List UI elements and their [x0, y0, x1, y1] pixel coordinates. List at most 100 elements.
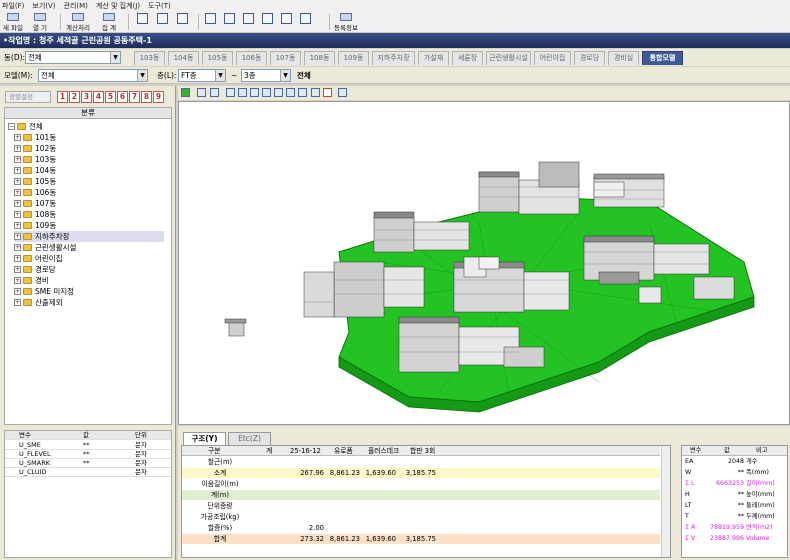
detail-row[interactable]: Σ A 78819.959 면적(m2): [682, 523, 787, 533]
new-file-button[interactable]: 새 파일: [3, 13, 23, 32]
tree-item[interactable]: +109동: [14, 220, 164, 231]
expand-icon[interactable]: +: [14, 178, 21, 185]
level-button-1[interactable]: 1: [57, 91, 68, 103]
tab-dong-0[interactable]: 103동: [134, 51, 165, 65]
tree-item[interactable]: + 경로당: [14, 264, 164, 275]
level-button-2[interactable]: 2: [69, 91, 80, 103]
expand-icon[interactable]: +: [14, 211, 21, 218]
level-button-3[interactable]: 3: [81, 91, 92, 103]
calc-process-button[interactable]: 계산처리: [66, 13, 90, 32]
expand-icon[interactable]: +: [14, 299, 21, 306]
sheet-button-6[interactable]: [300, 13, 311, 32]
tab-dong-14[interactable]: 통합모델: [642, 51, 683, 65]
chevron-down-icon[interactable]: ▼: [110, 52, 120, 63]
view-tool-icon-3[interactable]: [226, 88, 235, 97]
view-tool-icon-12[interactable]: [338, 88, 347, 97]
view-tool-icon-9[interactable]: [298, 88, 307, 97]
chevron-down-icon[interactable]: ▼: [137, 70, 147, 81]
sheet-button-5[interactable]: [281, 13, 292, 32]
detail-row[interactable]: EA 2048 개수: [682, 457, 787, 467]
level-button-8[interactable]: 8: [141, 91, 152, 103]
tree-item[interactable]: +103동: [14, 154, 164, 165]
menu-tools[interactable]: 도구(T): [148, 1, 171, 11]
register-info-button[interactable]: 등록정보: [334, 13, 358, 32]
tab-dong-2[interactable]: 105동: [202, 51, 233, 65]
tab-dong-3[interactable]: 106동: [236, 51, 267, 65]
view-button-1[interactable]: [137, 13, 148, 32]
tree-item[interactable]: + 경비: [14, 275, 164, 286]
expand-icon[interactable]: +: [14, 277, 21, 284]
tab-dong-5[interactable]: 108동: [304, 51, 335, 65]
sheet-button-1[interactable]: [205, 13, 216, 32]
detail-row[interactable]: Σ V 23887.996 Volume: [682, 534, 787, 544]
tree-item[interactable]: +101동: [14, 132, 164, 143]
view-tool-icon-10[interactable]: [311, 88, 320, 97]
variable-row[interactable]: U_CLUID 문자: [5, 468, 171, 477]
view-tool-icon-4[interactable]: [238, 88, 247, 97]
floor-from-select[interactable]: FT층 ▼: [178, 69, 226, 82]
sheet-button-4[interactable]: [262, 13, 273, 32]
tab-dong-4[interactable]: 107동: [270, 51, 301, 65]
chevron-down-icon[interactable]: ▼: [280, 70, 290, 81]
expand-icon[interactable]: +: [14, 233, 21, 240]
tab-dong-1[interactable]: 104동: [168, 51, 199, 65]
tree-root[interactable]: − 전체: [8, 121, 43, 132]
view-tool-icon-0[interactable]: [181, 88, 190, 97]
tab-dong-10[interactable]: 근린생활시설: [486, 51, 531, 65]
detail-row[interactable]: Σ L 6663253 길이(mm): [682, 479, 787, 489]
tab-dong-6[interactable]: 109동: [338, 51, 369, 65]
tree-item[interactable]: + 어린이집: [14, 253, 164, 264]
variable-row[interactable]: U_FLEVEL ** 문자: [5, 450, 171, 459]
expand-icon[interactable]: +: [14, 288, 21, 295]
level-button-7[interactable]: 7: [129, 91, 140, 103]
sheet-button-3[interactable]: [243, 13, 254, 32]
view-tool-icon-7[interactable]: [274, 88, 283, 97]
sort-settings-button[interactable]: 정렬설정: [5, 91, 51, 103]
detail-row[interactable]: T ** 두께(mm): [682, 512, 787, 522]
tree-item[interactable]: +105동: [14, 176, 164, 187]
tab-structure[interactable]: 구조(Y): [183, 432, 226, 445]
menu-view[interactable]: 보기(V): [32, 1, 55, 11]
tab-dong-12[interactable]: 경로당: [574, 51, 605, 65]
tab-dong-11[interactable]: 어린이집: [534, 51, 571, 65]
expand-icon[interactable]: +: [14, 145, 21, 152]
tree-item[interactable]: + SME 미지정: [14, 286, 164, 297]
tab-etc[interactable]: Etc(Z): [228, 432, 271, 445]
view-tool-icon-6[interactable]: [262, 88, 271, 97]
calc-row[interactable]: 이음길이(m): [182, 479, 660, 489]
calc-row[interactable]: 할증(%) 2.00: [182, 523, 660, 533]
tree-item[interactable]: + 산출제외: [14, 297, 164, 308]
tab-dong-8[interactable]: 가설재: [418, 51, 449, 65]
tree-item[interactable]: +106동: [14, 187, 164, 198]
calc-row[interactable]: 계(m): [182, 490, 660, 500]
collapse-icon[interactable]: −: [8, 123, 15, 130]
view-button-2[interactable]: [157, 13, 168, 32]
tree-item[interactable]: +108동: [14, 209, 164, 220]
tree-item[interactable]: +107동: [14, 198, 164, 209]
menu-manage[interactable]: 관리(M): [64, 1, 88, 11]
level-button-9[interactable]: 9: [153, 91, 164, 103]
expand-icon[interactable]: +: [14, 244, 21, 251]
open-button[interactable]: 열 기: [33, 13, 47, 32]
tree-item[interactable]: + 근린생활시설: [14, 242, 164, 253]
menu-file[interactable]: 파일(F): [2, 1, 24, 11]
variable-row[interactable]: U_SME ** 문자: [5, 441, 171, 450]
expand-icon[interactable]: +: [14, 200, 21, 207]
view-tool-icon-8[interactable]: [286, 88, 295, 97]
expand-icon[interactable]: +: [14, 156, 21, 163]
calc-scrollbar[interactable]: [661, 446, 670, 557]
tab-dong-7[interactable]: 지하주차장: [372, 51, 415, 65]
level-button-6[interactable]: 6: [117, 91, 128, 103]
tree-item[interactable]: +104동: [14, 165, 164, 176]
detail-row[interactable]: LT ** 둘레(mm): [682, 501, 787, 511]
dong-select[interactable]: 전체 ▼: [25, 51, 121, 64]
detail-row[interactable]: H ** 높이(mm): [682, 490, 787, 500]
model-select[interactable]: 전체 ▼: [38, 69, 148, 82]
tree-item[interactable]: +102동: [14, 143, 164, 154]
total-button[interactable]: 집 계: [102, 13, 116, 32]
calc-row[interactable]: 철근(m): [182, 457, 660, 467]
floor-to-select[interactable]: 3층 ▼: [241, 69, 291, 82]
tab-dong-13[interactable]: 경비실: [608, 51, 639, 65]
level-button-5[interactable]: 5: [105, 91, 116, 103]
chevron-down-icon[interactable]: ▼: [215, 70, 225, 81]
